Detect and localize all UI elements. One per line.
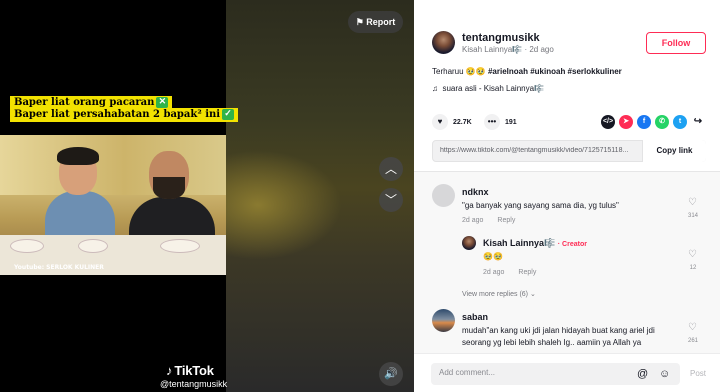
send-icon[interactable]: ➤	[619, 115, 633, 129]
reply-button[interactable]: Reply	[497, 217, 515, 224]
reply-button[interactable]: Reply	[518, 269, 536, 276]
comment-input-wrapper[interactable]: @ ☺	[431, 363, 680, 385]
video-link[interactable]: https://www.tiktok.com/@tentangmusikk/vi…	[440, 147, 632, 154]
chevron-up-icon: ︿	[384, 162, 397, 176]
check-mark-icon: ✓	[222, 109, 235, 120]
caption-text-1: Baper liat orang pacaran	[14, 97, 155, 108]
heart-outline-icon[interactable]: ♡	[688, 249, 697, 260]
music-note-icon: ♫	[432, 84, 438, 93]
comment-list[interactable]: ndknx "ga banyak yang sayang sama dia, y…	[414, 172, 720, 353]
whatsapp-icon[interactable]: ✆	[655, 115, 669, 129]
heart-outline-icon[interactable]: ♡	[688, 322, 697, 333]
chevron-down-icon: ﹀	[384, 193, 397, 207]
follow-button[interactable]: Follow	[646, 32, 706, 54]
like-count: 22.7K	[453, 118, 472, 126]
video-scene	[0, 135, 226, 275]
comment-time: 2d ago	[462, 217, 484, 224]
description-text: Terharuu	[432, 67, 464, 76]
next-video-button[interactable]: ﹀	[379, 188, 403, 212]
copy-link-button[interactable]: Copy link	[642, 140, 706, 162]
facebook-icon[interactable]: f	[637, 115, 651, 129]
comment-count: 191	[505, 118, 517, 126]
tiktok-note-icon: ♪	[166, 363, 173, 378]
music-badge-icon: 🎼	[544, 238, 556, 248]
comment-text: "ga banyak yang sayang sama dia, yg tulu…	[462, 201, 619, 210]
flag-icon: ⚑	[355, 17, 364, 27]
creator-label: Creator	[562, 241, 587, 248]
comment-meta: 2d ago Reply	[462, 217, 529, 224]
twitter-icon[interactable]: t	[673, 115, 687, 129]
tiktok-wordmark: TikTok	[174, 363, 214, 378]
report-button[interactable]: ⚑ Report	[348, 11, 403, 33]
mention-icon[interactable]: @	[637, 368, 648, 380]
comment-like-count: 314	[687, 213, 698, 219]
post-button[interactable]: Post	[690, 369, 706, 378]
heart-icon[interactable]: ♥	[432, 114, 448, 130]
sound-title: suara asli - Kisah Lainnya	[442, 84, 535, 93]
reply-user-name: Kisah Lainnya	[483, 238, 545, 248]
watermark-handle: @tentangmusikk	[160, 379, 228, 389]
speaker-icon: 🔊	[384, 368, 398, 380]
reply-text: 🥹🥹	[483, 252, 503, 261]
post-time: 2d ago	[529, 45, 554, 54]
previous-video-button[interactable]: ︿	[379, 157, 403, 181]
sound-link[interactable]: ♫ suara asli - Kisah Lainnya🎼	[432, 84, 544, 93]
cross-mark-icon: ✕	[156, 97, 169, 108]
reply-username[interactable]: Kisah Lainnya🎼 · Creator	[483, 238, 587, 249]
music-badge-icon: 🎼	[512, 45, 523, 54]
comment-input[interactable]	[439, 368, 609, 377]
view-more-label: View more replies (6)	[462, 291, 529, 298]
description-emojis: 🥹🥹	[465, 67, 486, 76]
comment-username[interactable]: ndknx	[462, 187, 489, 197]
author-subline: Kisah Lainnya🎼 · 2d ago	[462, 45, 554, 54]
report-label: Report	[366, 17, 396, 27]
plate	[160, 239, 200, 253]
video-credit: Youtube: SERLOK KULINER	[14, 264, 104, 271]
plate	[10, 239, 44, 253]
avatar[interactable]	[432, 184, 455, 207]
tiktok-watermark: ♪ TikTok	[166, 363, 214, 378]
share-icon[interactable]: ↪	[691, 115, 705, 129]
link-row: https://www.tiktok.com/@tentangmusikk/vi…	[432, 140, 706, 162]
caption-text-2: Baper liat persahabatan 2 bapak² ini	[14, 109, 221, 120]
comment-bar: @ ☺ Post	[414, 353, 720, 392]
avatar[interactable]	[432, 309, 455, 332]
comment-username[interactable]: saban	[462, 312, 488, 322]
comment-text: mudah"an kang uki jdi jalan hidayah buat…	[462, 326, 655, 347]
reply-time: 2d ago	[483, 269, 505, 276]
hashtags[interactable]: #arielnoah #ukinoah #serlokkuliner	[488, 67, 622, 76]
view-more-replies[interactable]: View more replies (6) ⌄	[462, 290, 536, 298]
emoji-icon[interactable]: ☺	[659, 368, 670, 380]
volume-button[interactable]: 🔊	[379, 362, 403, 386]
caption-line-2: Baper liat persahabatan 2 bapak² ini ✓	[10, 108, 239, 122]
plate	[78, 239, 108, 253]
creator-badge: · Creator	[557, 241, 587, 248]
chevron-down-icon: ⌄	[529, 291, 536, 298]
music-badge-icon: 🎼	[534, 84, 545, 93]
post-description: Terharuu 🥹🥹 #arielnoah #ukinoah #serlokk…	[432, 67, 622, 76]
comment-stat[interactable]: ••• 191	[484, 114, 517, 130]
reply-like-count: 12	[689, 265, 697, 271]
reply-meta: 2d ago Reply	[483, 269, 550, 276]
comment-bubble-icon[interactable]: •••	[484, 114, 500, 130]
author-display-name: Kisah Lainnya	[462, 45, 513, 54]
author-username[interactable]: tentangmusikk	[462, 32, 540, 44]
avatar[interactable]	[462, 236, 476, 250]
video-player[interactable]: Baper liat orang pacaran ✕ Baper liat per…	[0, 0, 414, 392]
author-avatar[interactable]	[432, 31, 455, 54]
heart-outline-icon[interactable]: ♡	[688, 197, 697, 208]
video-frame[interactable]: Baper liat orang pacaran ✕ Baper liat per…	[0, 0, 239, 392]
embed-icon[interactable]: </>	[601, 115, 615, 129]
details-panel: tentangmusikk Kisah Lainnya🎼 · 2d ago Fo…	[414, 0, 720, 392]
like-stat[interactable]: ♥ 22.7K	[432, 114, 472, 130]
comment-like-count: 261	[687, 338, 698, 344]
